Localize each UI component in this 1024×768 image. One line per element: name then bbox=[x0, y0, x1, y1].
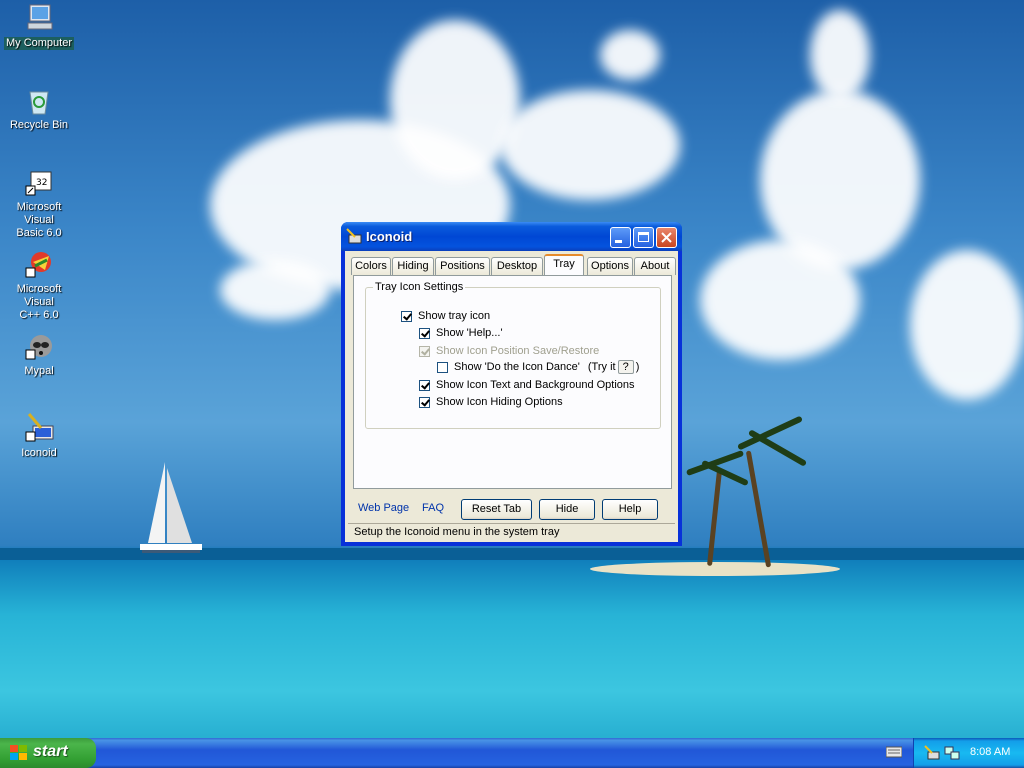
svg-text:32: 32 bbox=[36, 178, 47, 188]
network-icon[interactable] bbox=[944, 745, 960, 761]
tray-icon-settings-group: Tray Icon Settings Show tray icon Show '… bbox=[365, 281, 661, 429]
tab-tray[interactable]: Tray bbox=[544, 254, 584, 276]
help-button[interactable]: Help bbox=[602, 499, 658, 520]
window-titlebar[interactable]: Iconoid bbox=[341, 222, 682, 251]
checkbox-disabled bbox=[419, 345, 430, 357]
iconoid-icon bbox=[23, 412, 55, 444]
tab-hiding[interactable]: Hiding bbox=[392, 257, 434, 275]
clock[interactable]: 8:08 AM bbox=[970, 746, 1010, 758]
try-it-button[interactable]: ? bbox=[617, 360, 634, 374]
checkbox[interactable] bbox=[419, 327, 430, 339]
system-tray: 8:08 AM bbox=[913, 738, 1024, 768]
recycle-bin-icon bbox=[23, 84, 55, 116]
tab-desktop[interactable]: Desktop bbox=[491, 257, 543, 275]
desktop-icon-label: Microsoft Visual C++ 6.0 bbox=[16, 283, 62, 321]
desktop-icon-label: Iconoid bbox=[21, 447, 57, 459]
window-client: Colors Hiding Positions Desktop Tray Opt… bbox=[345, 251, 678, 542]
desktop-icon-label: My Computer bbox=[3, 37, 75, 50]
sailboat bbox=[140, 462, 202, 553]
desktop-icon-visual-cpp[interactable]: Microsoft Visual C++ 6.0 bbox=[0, 248, 78, 322]
iconoid-window: Iconoid Colors Hiding Positions Desktop … bbox=[341, 222, 682, 546]
tab-about[interactable]: About bbox=[634, 257, 676, 275]
desktop-icon-iconoid[interactable]: Iconoid bbox=[0, 412, 78, 460]
close-button[interactable] bbox=[656, 227, 677, 248]
desktop-icon-label: Microsoft Visual Basic 6.0 bbox=[16, 201, 62, 239]
desktop-icon-recycle-bin[interactable]: Recycle Bin bbox=[0, 84, 78, 132]
tab-panel-tray: Tray Icon Settings Show tray icon Show '… bbox=[353, 275, 672, 489]
windows-flag-icon bbox=[10, 745, 27, 760]
maximize-button[interactable] bbox=[633, 227, 654, 248]
desktop-icon-mypal[interactable]: Mypal bbox=[0, 330, 78, 378]
option-show-icon-hiding[interactable]: Show Icon Hiding Options bbox=[419, 396, 563, 408]
taskbar: start 8:08 AM bbox=[0, 738, 1024, 768]
option-show-icon-position-save-restore: Show Icon Position Save/Restore bbox=[419, 345, 599, 357]
visual-basic-icon: 32 bbox=[23, 166, 55, 198]
desktop-icon-label: Mypal bbox=[24, 365, 54, 377]
tab-positions[interactable]: Positions bbox=[435, 257, 490, 275]
iconoid-tray-icon[interactable] bbox=[924, 745, 940, 761]
checkbox[interactable] bbox=[419, 379, 430, 391]
checkbox[interactable] bbox=[401, 310, 412, 322]
keyboard-icon[interactable] bbox=[886, 746, 902, 758]
option-show-do-the-icon-dance[interactable]: Show 'Do the Icon Dance' (Try it ? ) bbox=[437, 360, 639, 374]
visual-cpp-icon bbox=[23, 248, 55, 280]
option-show-icon-text-background[interactable]: Show Icon Text and Background Options bbox=[419, 379, 635, 391]
island bbox=[590, 562, 840, 576]
checkbox[interactable] bbox=[437, 361, 448, 373]
option-show-tray-icon[interactable]: Show tray icon bbox=[401, 310, 490, 322]
option-show-help[interactable]: Show 'Help...' bbox=[419, 327, 503, 339]
minimize-button[interactable] bbox=[610, 227, 631, 248]
desktop-icon-visual-basic[interactable]: 32 Microsoft Visual Basic 6.0 bbox=[0, 166, 78, 240]
desktop-icon-label: Recycle Bin bbox=[9, 119, 69, 131]
start-label: start bbox=[33, 743, 68, 760]
tab-colors[interactable]: Colors bbox=[351, 257, 391, 275]
hide-button[interactable]: Hide bbox=[539, 499, 595, 520]
mypal-icon bbox=[23, 330, 55, 362]
computer-icon bbox=[23, 2, 55, 34]
status-bar: Setup the Iconoid menu in the system tra… bbox=[348, 523, 675, 540]
tab-options[interactable]: Options bbox=[587, 257, 633, 275]
desktop-icon-my-computer[interactable]: My Computer bbox=[0, 2, 78, 50]
reset-tab-button[interactable]: Reset Tab bbox=[461, 499, 532, 520]
start-button[interactable]: start bbox=[0, 738, 96, 768]
iconoid-app-icon bbox=[346, 228, 362, 244]
web-page-link[interactable]: Web Page bbox=[358, 502, 409, 514]
group-title: Tray Icon Settings bbox=[373, 281, 466, 293]
window-title: Iconoid bbox=[366, 229, 413, 244]
checkbox[interactable] bbox=[419, 396, 430, 408]
faq-link[interactable]: FAQ bbox=[422, 502, 444, 514]
close-icon bbox=[661, 232, 672, 243]
